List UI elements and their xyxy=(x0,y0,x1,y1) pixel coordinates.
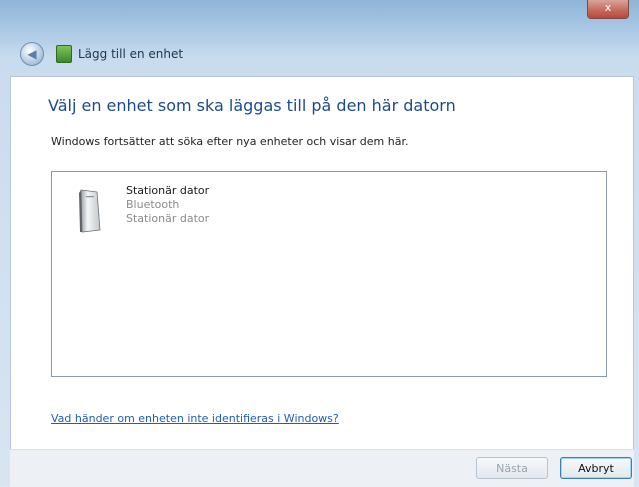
button-bar: Nästa Avbryt xyxy=(10,449,634,487)
page-subtext: Windows fortsätter att söka efter nya en… xyxy=(51,135,409,148)
device-type: Bluetooth xyxy=(126,198,180,211)
add-device-icon xyxy=(56,45,72,63)
help-link[interactable]: Vad händer om enheten inte identifieras … xyxy=(51,412,339,425)
wizard-content: Välj en enhet som ska läggas till på den… xyxy=(10,76,634,450)
close-button[interactable]: x xyxy=(587,0,629,19)
window-frame: x ◀ Lägg till en enhet Välj en enhet som… xyxy=(0,0,639,487)
close-icon: x xyxy=(604,1,612,14)
cancel-button[interactable]: Avbryt xyxy=(560,457,632,479)
window-title: Lägg till en enhet xyxy=(78,47,184,61)
desktop-computer-icon xyxy=(79,189,101,233)
device-description: Stationär dator xyxy=(126,212,210,225)
device-list[interactable]: Stationär dator Bluetooth Stationär dato… xyxy=(51,171,607,377)
device-name: Stationär dator xyxy=(126,184,210,197)
page-heading: Välj en enhet som ska läggas till på den… xyxy=(48,96,456,115)
device-details: Stationär dator Bluetooth Stationär dato… xyxy=(126,184,209,226)
device-item[interactable]: Stationär dator Bluetooth Stationär dato… xyxy=(66,180,286,240)
title-bar: ◀ Lägg till en enhet xyxy=(20,40,183,68)
back-button[interactable]: ◀ xyxy=(20,42,44,66)
next-button[interactable]: Nästa xyxy=(476,457,548,479)
back-arrow-icon: ◀ xyxy=(27,47,37,61)
